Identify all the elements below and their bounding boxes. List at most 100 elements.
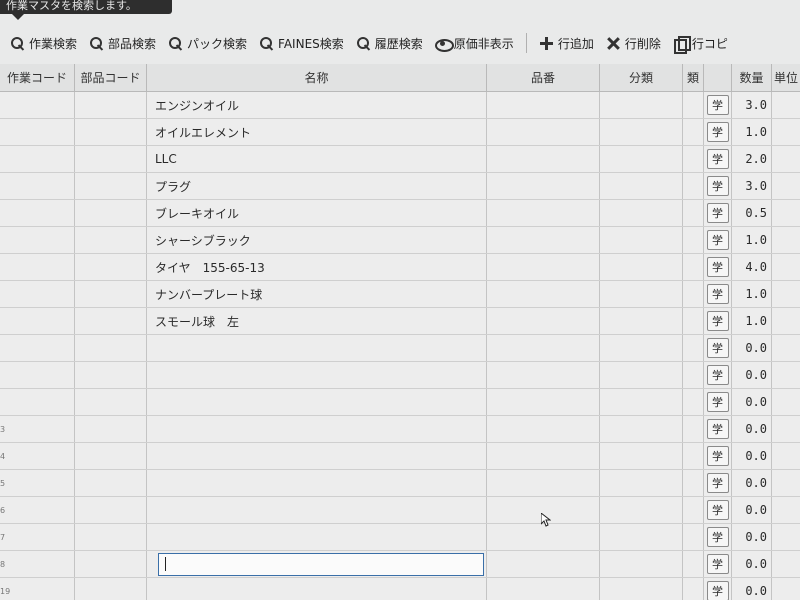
cell-sagyo-code[interactable]: 5 xyxy=(0,470,75,496)
cell-sagyo-code[interactable]: 3 xyxy=(0,416,75,442)
column-header-bunrui[interactable]: 分類 xyxy=(600,64,683,91)
cell-buhin-code[interactable] xyxy=(75,551,147,577)
cell-hinban[interactable] xyxy=(487,416,600,442)
cell-hinban[interactable] xyxy=(487,119,600,145)
column-header-meisho[interactable]: 名称 xyxy=(147,64,487,91)
cell-tani[interactable] xyxy=(772,281,800,307)
cell-tani[interactable] xyxy=(772,92,800,118)
cell-suryo[interactable]: 3.0 xyxy=(732,173,772,199)
cell-bunrui[interactable] xyxy=(600,416,683,442)
cell-rui[interactable] xyxy=(683,281,704,307)
cell-sagyo-code[interactable] xyxy=(0,254,75,280)
cell-hinban[interactable] xyxy=(487,362,600,388)
cell-suryo[interactable]: 1.0 xyxy=(732,227,772,253)
cell-meisho[interactable] xyxy=(147,335,487,361)
cell-hinban[interactable] xyxy=(487,335,600,361)
column-header-rui[interactable]: 類 xyxy=(683,64,704,91)
cell-hinban[interactable] xyxy=(487,551,600,577)
cell-meisho[interactable]: ブレーキオイル xyxy=(147,200,487,226)
column-header-suryo[interactable]: 数量 xyxy=(732,64,772,91)
cell-hinban[interactable] xyxy=(487,578,600,600)
cell-buhin-code[interactable] xyxy=(75,92,147,118)
cell-bunrui[interactable] xyxy=(600,146,683,172)
pack-search-button[interactable]: パック検索 xyxy=(168,35,247,52)
gaku-button[interactable]: 学 xyxy=(706,149,729,169)
gaku-button[interactable]: 学 xyxy=(706,527,729,547)
cell-sagyo-code[interactable] xyxy=(0,308,75,334)
cell-meisho[interactable] xyxy=(147,524,487,550)
gaku-button[interactable]: 学 xyxy=(706,122,729,142)
cell-rui[interactable] xyxy=(683,92,704,118)
cell-tani[interactable] xyxy=(772,335,800,361)
cell-tani[interactable] xyxy=(772,578,800,600)
cell-bunrui[interactable] xyxy=(600,578,683,600)
gaku-button[interactable]: 学 xyxy=(706,500,729,520)
cell-hinban[interactable] xyxy=(487,443,600,469)
cell-meisho[interactable]: タイヤ 155-65-13 xyxy=(147,254,487,280)
cell-hinban[interactable] xyxy=(487,389,600,415)
cell-sagyo-code[interactable]: 6 xyxy=(0,497,75,523)
cell-bunrui[interactable] xyxy=(600,308,683,334)
cell-rui[interactable] xyxy=(683,497,704,523)
cell-rui[interactable] xyxy=(683,470,704,496)
cell-suryo[interactable]: 0.0 xyxy=(732,551,772,577)
cell-meisho[interactable]: LLC xyxy=(147,146,487,172)
cell-suryo[interactable]: 3.0 xyxy=(732,92,772,118)
cell-sagyo-code[interactable] xyxy=(0,200,75,226)
cell-suryo[interactable]: 0.0 xyxy=(732,470,772,496)
cell-suryo[interactable]: 0.0 xyxy=(732,362,772,388)
cell-tani[interactable] xyxy=(772,119,800,145)
cell-buhin-code[interactable] xyxy=(75,443,147,469)
cell-rui[interactable] xyxy=(683,578,704,600)
gaku-button[interactable]: 学 xyxy=(706,203,729,223)
cell-bunrui[interactable] xyxy=(600,470,683,496)
cell-buhin-code[interactable] xyxy=(75,416,147,442)
cell-hinban[interactable] xyxy=(487,227,600,253)
cell-hinban[interactable] xyxy=(487,146,600,172)
cell-buhin-code[interactable] xyxy=(75,389,147,415)
cell-meisho[interactable] xyxy=(147,443,487,469)
cell-sagyo-code[interactable] xyxy=(0,362,75,388)
cell-suryo[interactable]: 0.0 xyxy=(732,524,772,550)
gaku-button[interactable]: 学 xyxy=(706,554,729,574)
cell-bunrui[interactable] xyxy=(600,497,683,523)
faines-search-button[interactable]: FAINES検索 xyxy=(259,35,344,52)
cell-hinban[interactable] xyxy=(487,281,600,307)
buhin-search-button[interactable]: 部品検索 xyxy=(89,35,156,52)
cell-tani[interactable] xyxy=(772,308,800,334)
cell-sagyo-code[interactable] xyxy=(0,119,75,145)
gaku-button[interactable]: 学 xyxy=(706,95,729,115)
cell-sagyo-code[interactable] xyxy=(0,173,75,199)
cell-meisho[interactable]: エンジンオイル xyxy=(147,92,487,118)
cell-bunrui[interactable] xyxy=(600,524,683,550)
cell-hinban[interactable] xyxy=(487,200,600,226)
cell-suryo[interactable]: 0.0 xyxy=(732,497,772,523)
cell-buhin-code[interactable] xyxy=(75,200,147,226)
gaku-button[interactable]: 学 xyxy=(706,284,729,304)
cell-tani[interactable] xyxy=(772,173,800,199)
cell-tani[interactable] xyxy=(772,524,800,550)
cell-bunrui[interactable] xyxy=(600,173,683,199)
copy-row-button[interactable]: 行コピ xyxy=(673,35,728,54)
gaku-button[interactable]: 学 xyxy=(706,311,729,331)
column-header-hinban[interactable]: 品番 xyxy=(487,64,600,91)
cell-buhin-code[interactable] xyxy=(75,335,147,361)
cell-sagyo-code[interactable] xyxy=(0,389,75,415)
cell-tani[interactable] xyxy=(772,146,800,172)
cell-suryo[interactable]: 0.0 xyxy=(732,443,772,469)
gaku-button[interactable]: 学 xyxy=(706,446,729,466)
genka-hide-button[interactable]: 原価非表示 xyxy=(434,35,514,52)
cell-bunrui[interactable] xyxy=(600,119,683,145)
sagyo-search-button[interactable]: 作業検索 xyxy=(10,35,77,52)
gaku-button[interactable]: 学 xyxy=(706,473,729,493)
cell-buhin-code[interactable] xyxy=(75,470,147,496)
cell-bunrui[interactable] xyxy=(600,200,683,226)
cell-hinban[interactable] xyxy=(487,524,600,550)
cell-buhin-code[interactable] xyxy=(75,578,147,600)
column-header-sagyo-code[interactable]: 作業コード xyxy=(0,64,75,91)
cell-tani[interactable] xyxy=(772,497,800,523)
cell-meisho[interactable]: プラグ xyxy=(147,173,487,199)
cell-meisho[interactable] xyxy=(147,362,487,388)
cell-buhin-code[interactable] xyxy=(75,119,147,145)
gaku-button[interactable]: 学 xyxy=(706,419,729,439)
